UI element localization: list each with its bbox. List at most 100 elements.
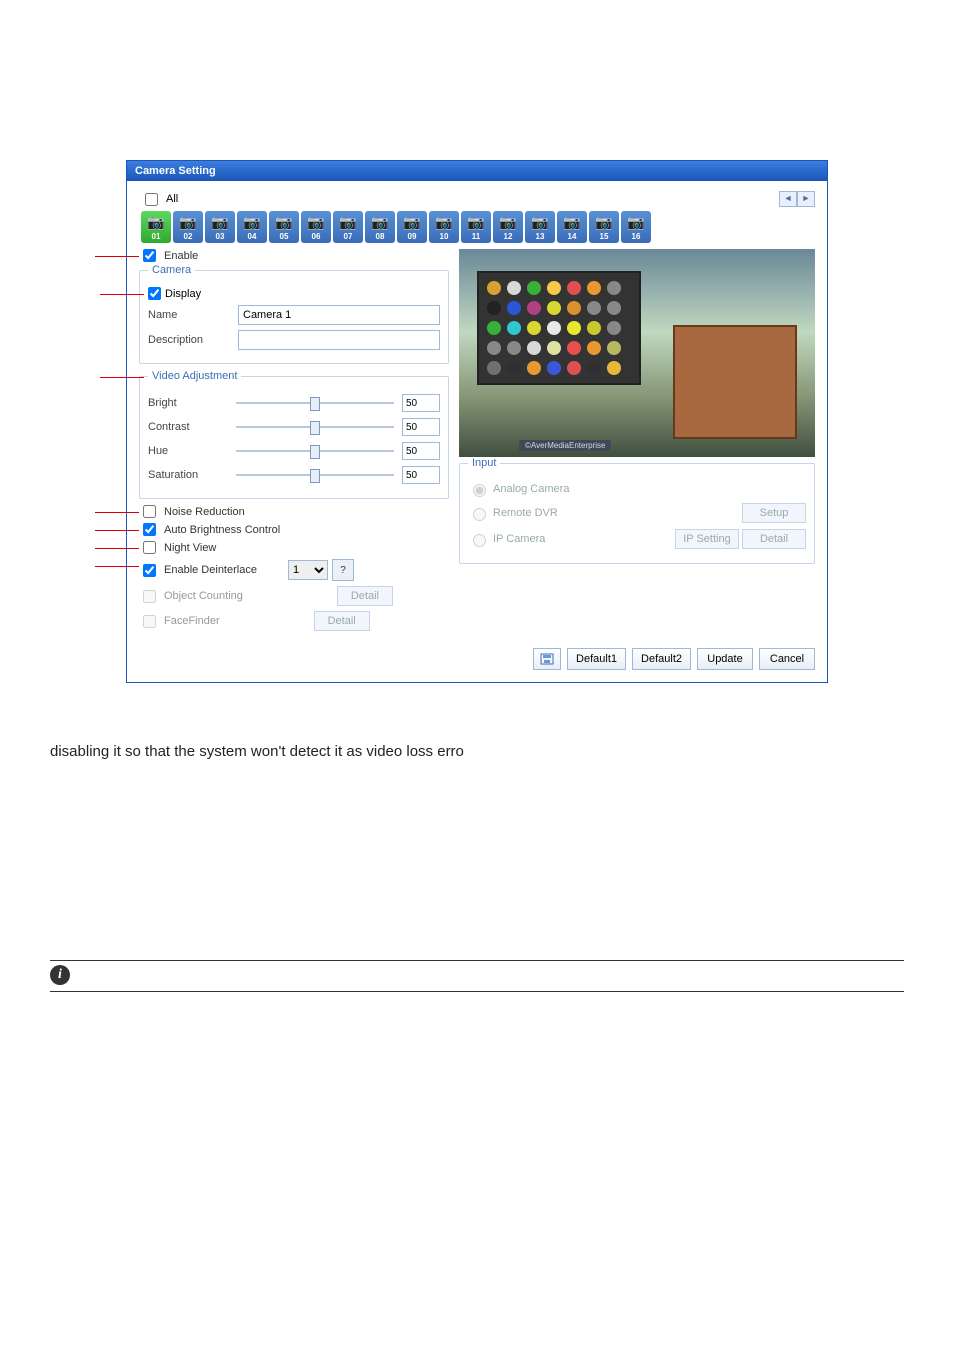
camera-tab-05[interactable]: 📷05 xyxy=(269,211,299,243)
hue-slider[interactable] xyxy=(236,450,394,452)
camera-tab-14[interactable]: 📷14 xyxy=(557,211,587,243)
camera-icon: 📷 xyxy=(243,214,260,231)
video-adjustment-group: Video Adjustment Bright Contrast xyxy=(139,370,449,499)
camera-tab-number: 04 xyxy=(248,232,257,241)
default2-button[interactable]: Default2 xyxy=(632,648,691,670)
camera-tab-12[interactable]: 📷12 xyxy=(493,211,523,243)
camera-tab-number: 02 xyxy=(184,232,193,241)
input-legend: Input xyxy=(468,457,500,469)
camera-tab-number: 09 xyxy=(408,232,417,241)
caption-text: disabling it so that the system won't de… xyxy=(50,743,904,760)
camera-icon: 📷 xyxy=(339,214,356,231)
object-counting-label: Object Counting xyxy=(164,590,243,602)
all-checkbox-row[interactable]: All xyxy=(145,193,178,206)
default1-button[interactable]: Default1 xyxy=(567,648,626,670)
bright-slider[interactable] xyxy=(236,402,394,404)
facefinder-detail-button: Detail xyxy=(314,611,370,631)
save-icon xyxy=(540,653,554,665)
description-input[interactable] xyxy=(238,330,440,350)
name-input[interactable] xyxy=(238,305,440,325)
camera-icon: 📷 xyxy=(179,214,196,231)
camera-icon: 📷 xyxy=(467,214,484,231)
all-label: All xyxy=(166,193,178,205)
deinterlace-select[interactable]: 1 xyxy=(288,560,328,580)
camera-tab-08[interactable]: 📷08 xyxy=(365,211,395,243)
camera-icon: 📷 xyxy=(563,214,580,231)
camera-tab-number: 15 xyxy=(600,232,609,241)
camera-tab-15[interactable]: 📷15 xyxy=(589,211,619,243)
camera-tab-number: 06 xyxy=(312,232,321,241)
camera-tab-number: 13 xyxy=(536,232,545,241)
camera-icon: 📷 xyxy=(627,214,644,231)
analog-camera-radio[interactable]: Analog Camera xyxy=(468,481,569,497)
camera-group: Camera Display Name Description xyxy=(139,264,449,364)
remote-setup-button: Setup xyxy=(742,503,806,523)
auto-brightness-checkbox[interactable] xyxy=(143,523,156,536)
bright-value[interactable] xyxy=(402,394,440,412)
camera-tab-07[interactable]: 📷07 xyxy=(333,211,363,243)
camera-tab-number: 10 xyxy=(440,232,449,241)
info-icon: i xyxy=(50,965,70,985)
camera-tab-11[interactable]: 📷11 xyxy=(461,211,491,243)
camera-icon: 📷 xyxy=(531,214,548,231)
camera-tab-02[interactable]: 📷02 xyxy=(173,211,203,243)
camera-tab-01[interactable]: 📷01 xyxy=(141,211,171,243)
camera-tab-number: 08 xyxy=(376,232,385,241)
night-view-label: Night View xyxy=(164,542,216,554)
noise-reduction-checkbox[interactable] xyxy=(143,505,156,518)
auto-brightness-label: Auto Brightness Control xyxy=(164,524,280,536)
camera-tab-03[interactable]: 📷03 xyxy=(205,211,235,243)
camera-tab-number: 16 xyxy=(632,232,641,241)
camera-setting-dialog: Camera Setting All ◄ ► 📷01📷02📷03📷04📷05📷0… xyxy=(126,160,828,683)
camera-preview: ©AverMediaEnterprise xyxy=(459,249,815,457)
object-counting-detail-button: Detail xyxy=(337,586,393,606)
ip-detail-button: Detail xyxy=(742,529,806,549)
enable-label: Enable xyxy=(164,250,198,262)
camera-icon: 📷 xyxy=(499,214,516,231)
cancel-button[interactable]: Cancel xyxy=(759,648,815,670)
display-checkbox[interactable] xyxy=(148,287,161,300)
camera-icon: 📷 xyxy=(307,214,324,231)
noise-reduction-label: Noise Reduction xyxy=(164,506,245,518)
camera-tab-number: 11 xyxy=(472,232,480,241)
camera-icon: 📷 xyxy=(275,214,292,231)
camera-tab-number: 07 xyxy=(344,232,353,241)
camera-tab-06[interactable]: 📷06 xyxy=(301,211,331,243)
enable-checkbox[interactable] xyxy=(143,249,156,262)
enable-deinterlace-label: Enable Deinterlace xyxy=(164,564,284,576)
camera-tab-number: 12 xyxy=(504,232,513,241)
name-label: Name xyxy=(148,309,238,321)
hue-value[interactable] xyxy=(402,442,440,460)
saturation-value[interactable] xyxy=(402,466,440,484)
camera-tab-09[interactable]: 📷09 xyxy=(397,211,427,243)
enable-deinterlace-checkbox[interactable] xyxy=(143,564,156,577)
all-checkbox[interactable] xyxy=(145,193,158,206)
camera-legend: Camera xyxy=(148,264,195,276)
camera-tab-16[interactable]: 📷16 xyxy=(621,211,651,243)
camera-tab-04[interactable]: 📷04 xyxy=(237,211,267,243)
camera-icon: 📷 xyxy=(211,214,228,231)
saturation-slider[interactable] xyxy=(236,474,394,476)
contrast-value[interactable] xyxy=(402,418,440,436)
preview-watermark: ©AverMediaEnterprise xyxy=(519,440,611,451)
facefinder-label: FaceFinder xyxy=(164,615,220,627)
camera-icon: 📷 xyxy=(147,214,164,231)
camera-tab-10[interactable]: 📷10 xyxy=(429,211,459,243)
camera-tab-number: 14 xyxy=(568,232,577,241)
save-icon-button[interactable] xyxy=(533,648,561,670)
nav-left-icon[interactable]: ◄ xyxy=(779,191,797,207)
page-footer: i xyxy=(50,960,904,992)
nav-right-icon[interactable]: ► xyxy=(797,191,815,207)
dialog-title: Camera Setting xyxy=(127,161,827,181)
deinterlace-info-icon[interactable]: ? xyxy=(332,559,354,581)
saturation-label: Saturation xyxy=(148,469,228,481)
hue-label: Hue xyxy=(148,445,228,457)
update-button[interactable]: Update xyxy=(697,648,753,670)
night-view-checkbox[interactable] xyxy=(143,541,156,554)
contrast-slider[interactable] xyxy=(236,426,394,428)
camera-tab-13[interactable]: 📷13 xyxy=(525,211,555,243)
ip-setting-button: IP Setting xyxy=(675,529,739,549)
display-label: Display xyxy=(165,288,201,300)
camera-icon: 📷 xyxy=(595,214,612,231)
camera-tabs: 📷01📷02📷03📷04📷05📷06📷07📷08📷09📷10📷11📷12📷13📷… xyxy=(139,211,815,243)
